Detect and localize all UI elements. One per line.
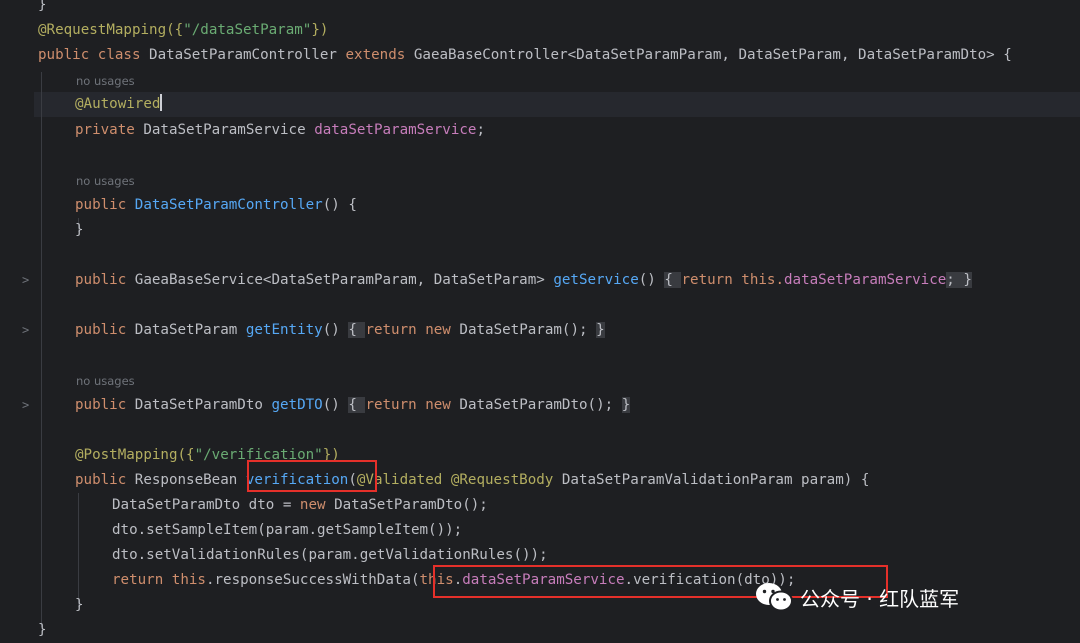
code-line-new-dto: DataSetParamDto dto = new DataSetParamDt… xyxy=(112,497,488,513)
usage-hint[interactable]: no usages xyxy=(76,173,135,189)
fold-marker-getdto[interactable]: > xyxy=(22,393,29,418)
code-line-get-entity: public DataSetParam getEntity() { return… xyxy=(75,322,605,338)
code-line-verification-method: public ResponseBean verification(@Valida… xyxy=(75,472,870,488)
highlight-box-verification xyxy=(247,460,377,492)
watermark: 公众号 · 红队蓝军 xyxy=(754,580,959,614)
code-line-class-end: } xyxy=(38,622,47,638)
code-area[interactable]: } @RequestMapping({"/dataSetParam"}) pub… xyxy=(38,0,1080,640)
code-line-get-service: public GaeaBaseService<DataSetParamParam… xyxy=(75,272,972,288)
code-line-set-sample-item: dto.setSampleItem(param.getSampleItem())… xyxy=(112,522,463,538)
code-line-request-mapping: @RequestMapping({"/dataSetParam"}) xyxy=(38,22,329,38)
indent-guide xyxy=(41,72,42,627)
fold-marker-getservice[interactable]: > xyxy=(22,268,29,293)
code-line-method-end: } xyxy=(75,597,84,613)
code-line-closing-brace: } xyxy=(38,0,47,13)
code-line-class-declaration: public class DataSetParamController exte… xyxy=(38,47,1012,63)
usage-hint[interactable]: no usages xyxy=(76,73,135,89)
fold-marker-getentity[interactable]: > xyxy=(22,318,29,343)
code-line-constructor-end: } xyxy=(75,222,84,238)
text-caret xyxy=(160,94,163,111)
code-line-get-dto: public DataSetParamDto getDTO() { return… xyxy=(75,397,631,413)
wechat-icon xyxy=(756,583,793,612)
code-line-autowired: @Autowired xyxy=(75,94,163,112)
usage-hint[interactable]: no usages xyxy=(76,373,135,389)
watermark-text: 公众号 · 红队蓝军 xyxy=(800,586,960,611)
indent-guide xyxy=(78,493,79,607)
code-editor[interactable]: > > > } @RequestMapping({"/dataSetParam"… xyxy=(0,0,1080,640)
code-line-constructor: public DataSetParamController() { xyxy=(75,197,357,213)
code-line-service-field: private DataSetParamService dataSetParam… xyxy=(75,122,486,138)
